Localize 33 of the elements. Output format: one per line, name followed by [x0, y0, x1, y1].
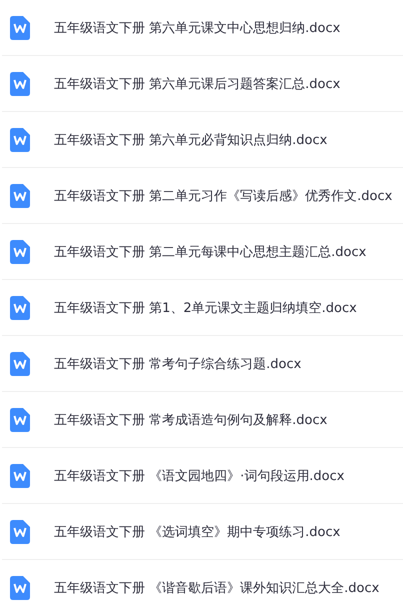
file-name: 五年级语文下册 第二单元习作《写读后感》优秀作文.docx — [54, 188, 392, 204]
word-document-icon — [10, 352, 30, 376]
word-document-icon — [10, 184, 30, 208]
file-name: 五年级语文下册 第六单元课后习题答案汇总.docx — [54, 76, 340, 92]
word-document-icon — [10, 408, 30, 432]
file-row[interactable]: 五年级语文下册 常考成语造句例句及解释.docx — [2, 392, 403, 448]
word-document-icon — [10, 240, 30, 264]
file-row[interactable]: 五年级语文下册 《选词填空》期中专项练习.docx — [2, 504, 403, 560]
word-document-icon — [10, 72, 30, 96]
file-name: 五年级语文下册 第六单元课文中心思想归纳.docx — [54, 20, 340, 36]
file-name: 五年级语文下册 第1、2单元课文主题归纳填空.docx — [54, 300, 357, 316]
file-row[interactable]: 五年级语文下册 第二单元习作《写读后感》优秀作文.docx — [2, 168, 403, 224]
file-row[interactable]: 五年级语文下册 《谐音歇后语》课外知识汇总大全.docx — [2, 560, 403, 610]
file-name: 五年级语文下册 常考句子综合练习题.docx — [54, 356, 302, 372]
file-row[interactable]: 五年级语文下册 第六单元课后习题答案汇总.docx — [2, 56, 403, 112]
file-row[interactable]: 五年级语文下册 第二单元每课中心思想主题汇总.docx — [2, 224, 403, 280]
file-row[interactable]: 五年级语文下册 常考句子综合练习题.docx — [2, 336, 403, 392]
word-document-icon — [10, 464, 30, 488]
file-name: 五年级语文下册 《谐音歇后语》课外知识汇总大全.docx — [54, 580, 380, 596]
file-name: 五年级语文下册 第二单元每课中心思想主题汇总.docx — [54, 244, 366, 260]
file-row[interactable]: 五年级语文下册 《语文园地四》·词句段运用.docx — [2, 448, 403, 504]
word-document-icon — [10, 576, 30, 600]
word-document-icon — [10, 296, 30, 320]
file-row[interactable]: 五年级语文下册 第六单元课文中心思想归纳.docx — [2, 0, 403, 56]
file-name: 五年级语文下册 《选词填空》期中专项练习.docx — [54, 524, 340, 540]
file-row[interactable]: 五年级语文下册 第1、2单元课文主题归纳填空.docx — [2, 280, 403, 336]
file-row[interactable]: 五年级语文下册 第六单元必背知识点归纳.docx — [2, 112, 403, 168]
file-name: 五年级语文下册 《语文园地四》·词句段运用.docx — [54, 468, 344, 484]
word-document-icon — [10, 16, 30, 40]
file-name: 五年级语文下册 第六单元必背知识点归纳.docx — [54, 132, 328, 148]
file-name: 五年级语文下册 常考成语造句例句及解释.docx — [54, 412, 328, 428]
word-document-icon — [10, 520, 30, 544]
word-document-icon — [10, 128, 30, 152]
